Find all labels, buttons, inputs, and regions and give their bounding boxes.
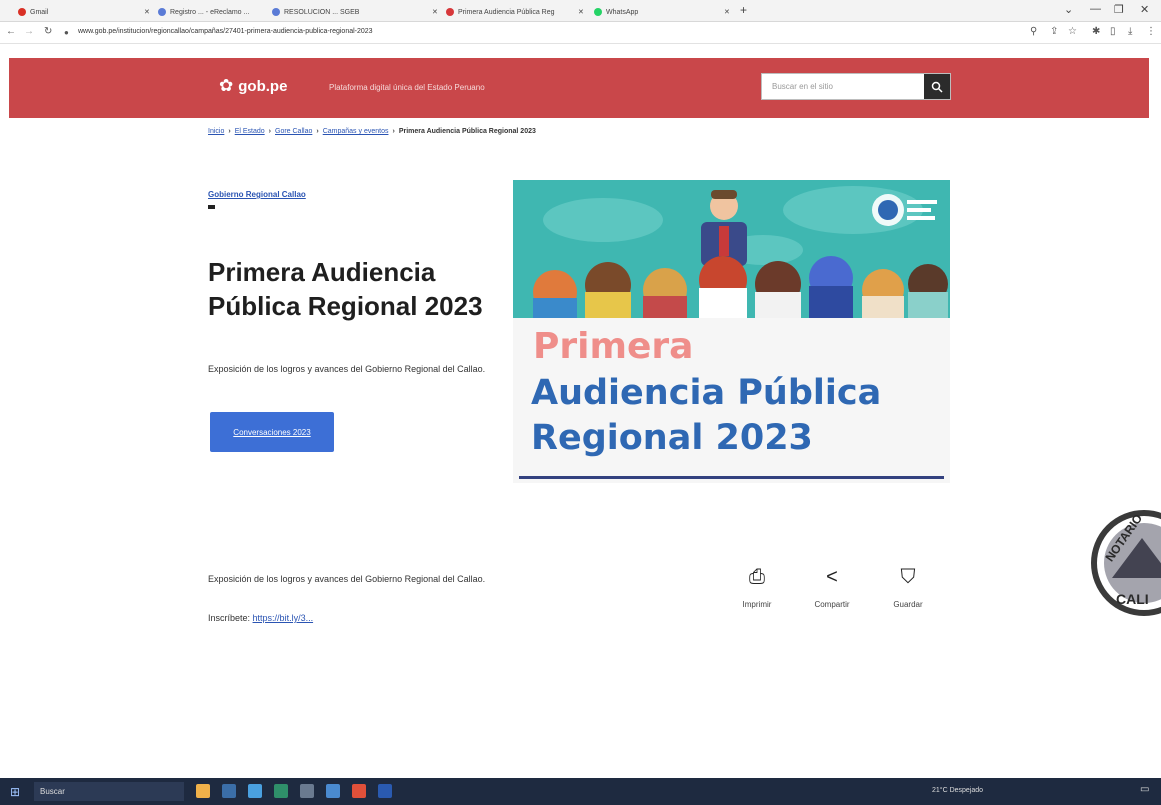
print-icon: ⎙ — [749, 566, 765, 588]
chrome-icon[interactable] — [352, 784, 366, 798]
breadcrumb-item-inicio[interactable]: Inicio — [208, 128, 224, 135]
mail-icon[interactable] — [326, 784, 340, 798]
audience-illustration — [513, 180, 950, 318]
banner-title-line1: Primera — [533, 326, 694, 367]
breadcrumb-item-gore-callao[interactable]: Gore Callao — [275, 128, 312, 135]
back-icon[interactable]: ← — [6, 26, 16, 37]
signup-line: Inscríbete: https://bit.ly/3... — [208, 613, 313, 623]
minimize-icon[interactable]: — — [1090, 3, 1101, 15]
menu-icon[interactable]: ⋮ — [1146, 26, 1156, 37]
hero-banner-image: Primera Audiencia Pública Regional 2023 — [513, 180, 950, 483]
tab-close-icon[interactable]: ✕ — [578, 3, 584, 21]
tab-label: Registro ... - eReclamo ... — [170, 8, 250, 16]
banner-illustration — [513, 180, 950, 318]
windows-start-icon[interactable]: ⊞ — [10, 785, 20, 799]
taskbar: ⊞ Buscar 21°C Despejado ▭ — [0, 778, 1161, 805]
banner-title-line2: Audiencia Pública — [531, 373, 882, 413]
address-bar: ← → ↻ ● www.gob.pe/institucion/regioncal… — [0, 22, 1161, 44]
banner-title-line3: Regional 2023 — [531, 418, 813, 458]
page-title: Primera Audiencia Pública Regional 2023 — [208, 257, 483, 321]
page-summary: Exposición de los logros y avances del G… — [208, 364, 486, 374]
word-icon[interactable] — [378, 784, 392, 798]
lock-icon: ● — [64, 28, 69, 37]
new-tab-icon[interactable]: + — [740, 3, 747, 17]
breadcrumb-item-campanas[interactable]: Campañas y eventos — [323, 128, 389, 135]
signup-link[interactable]: https://bit.ly/3... — [253, 613, 314, 623]
gobpe-logo[interactable]: ✿ gob.pe — [219, 76, 287, 96]
breadcrumb-separator: › — [316, 128, 319, 135]
banner-underline — [519, 476, 944, 479]
notary-stamp: NOTARIO CALI — [1091, 510, 1161, 616]
tab-label: WhatsApp — [606, 8, 639, 16]
file-explorer-icon[interactable] — [248, 784, 262, 798]
tab-registro[interactable]: Registro ... - eReclamo ... — [158, 3, 263, 21]
logo-text: gob.pe — [238, 77, 288, 95]
tab-primera-audiencia[interactable]: Primera Audiencia Pública Reg — [446, 3, 576, 21]
star-icon[interactable]: ☆ — [1068, 26, 1077, 37]
forward-icon[interactable]: → — [24, 26, 34, 37]
tab-whatsapp[interactable]: WhatsApp — [594, 3, 704, 21]
notifications-icon[interactable]: ▭ — [1140, 784, 1149, 795]
taskbar-search-label: Buscar — [40, 787, 65, 796]
organization-link[interactable]: Gobierno Regional Callao — [208, 190, 306, 199]
site-icon — [272, 8, 280, 16]
close-window-icon[interactable]: ✕ — [1140, 3, 1149, 16]
reload-icon[interactable]: ↻ — [44, 26, 52, 37]
url-field[interactable]: www.gob.pe/institucion/regioncallao/camp… — [78, 28, 373, 35]
save-button[interactable]: ⛉ Guardar — [878, 566, 938, 609]
share-button[interactable]: < Compartir — [802, 566, 862, 609]
search-button[interactable] — [924, 74, 950, 99]
search-input[interactable]: Buscar en el sitio — [772, 82, 833, 91]
breadcrumb-separator: › — [228, 128, 231, 135]
tab-search-icon[interactable]: ⌄ — [1064, 3, 1073, 16]
tab-close-icon[interactable]: ✕ — [724, 3, 730, 21]
gobpe-icon — [446, 8, 454, 16]
breadcrumb-separator: › — [392, 128, 395, 135]
share-icon: < — [826, 566, 838, 588]
edge-icon[interactable] — [274, 784, 288, 798]
search-icon — [931, 81, 943, 93]
extensions-icon[interactable]: ✱ — [1092, 26, 1100, 37]
tab-resolucion[interactable]: RESOLUCION ... SGEB — [272, 3, 392, 21]
print-label: Imprimir — [742, 600, 772, 609]
tab-label: Gmail — [30, 8, 49, 16]
sidepanel-icon[interactable]: ▯ — [1110, 26, 1116, 37]
download-icon[interactable]: ⤓ — [1128, 26, 1132, 37]
tab-label: RESOLUCION ... SGEB — [284, 8, 360, 16]
flag-icon — [208, 205, 215, 209]
header-tagline: Plataforma digital única del Estado Peru… — [329, 83, 485, 92]
breadcrumb-current: Primera Audiencia Pública Regional 2023 — [398, 128, 536, 135]
bookmark-icon: ⛉ — [900, 566, 916, 588]
save-label: Guardar — [893, 600, 923, 609]
tab-label: Primera Audiencia Pública Reg — [458, 8, 555, 16]
svg-text:CALI: CALI — [1116, 591, 1149, 607]
site-icon — [158, 8, 166, 16]
body-description: Exposición de los logros y avances del G… — [208, 574, 486, 584]
tab-close-icon[interactable]: ✕ — [144, 3, 150, 21]
share-label: Compartir — [814, 600, 850, 609]
breadcrumb-separator: › — [268, 128, 271, 135]
tab-gmail[interactable]: Gmail — [18, 3, 138, 21]
widgets-icon[interactable] — [196, 784, 210, 798]
site-header: ✿ gob.pe Plataforma digital única del Es… — [9, 58, 1149, 118]
share-page-icon[interactable]: ⇪ — [1050, 26, 1058, 37]
tab-close-icon[interactable]: ✕ — [432, 3, 438, 21]
maximize-icon[interactable]: ❐ — [1114, 3, 1124, 16]
print-button[interactable]: ⎙ Imprimir — [727, 566, 787, 609]
search-box[interactable]: Buscar en el sitio — [761, 73, 951, 100]
zoom-icon[interactable]: ⚲ — [1030, 26, 1037, 37]
shield-icon: ✿ — [219, 76, 234, 95]
gmail-icon — [18, 8, 26, 16]
breadcrumb: Inicio › El Estado › Gore Callao › Campa… — [208, 128, 536, 135]
store-icon[interactable] — [300, 784, 314, 798]
breadcrumb-item-el-estado[interactable]: El Estado — [235, 128, 265, 135]
browser-tab-bar: Gmail ✕ Registro ... - eReclamo ... RESO… — [0, 0, 1161, 22]
weather-widget[interactable]: 21°C Despejado — [932, 787, 983, 794]
task-view-icon[interactable] — [222, 784, 236, 798]
cta-button[interactable]: Conversaciones 2023 — [210, 412, 334, 452]
signup-prefix: Inscríbete: — [208, 613, 251, 623]
whatsapp-icon — [594, 8, 602, 16]
taskbar-search[interactable]: Buscar — [34, 782, 184, 801]
